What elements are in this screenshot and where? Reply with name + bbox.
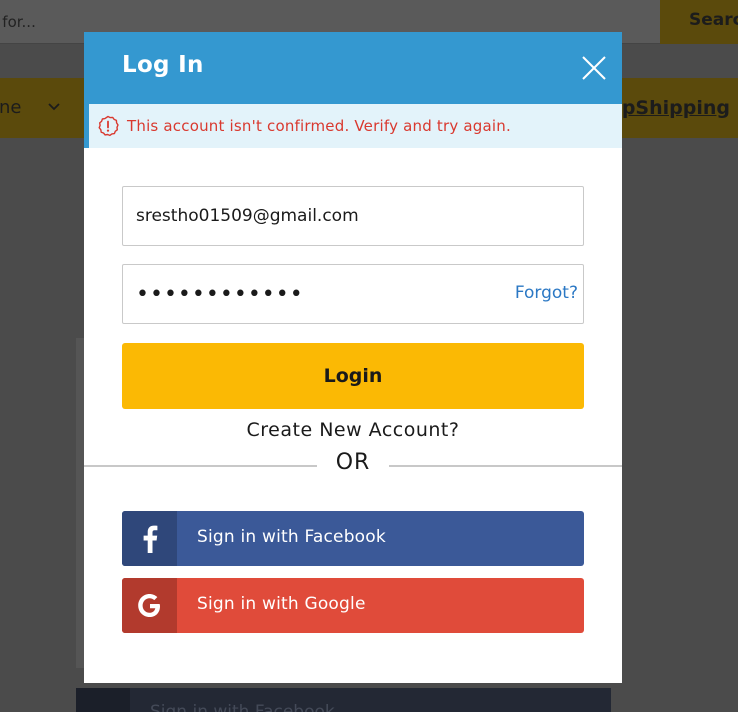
divider-left [84, 465, 317, 467]
google-sign-in-label: Sign in with Google [197, 594, 366, 614]
close-icon[interactable] [576, 50, 612, 86]
facebook-sign-in-button[interactable]: Sign in with Facebook [122, 511, 584, 566]
login-modal: Log In This account isn't confirmed. Ver… [84, 32, 622, 683]
google-icon [138, 594, 160, 617]
email-field[interactable] [122, 186, 584, 246]
facebook-sign-in-label: Sign in with Facebook [197, 527, 386, 547]
or-divider-text: OR [335, 450, 371, 475]
background-nav-phone: one [0, 97, 22, 118]
facebook-icon-box [122, 511, 177, 566]
alert-circle-icon [98, 115, 119, 137]
google-sign-in-button[interactable]: Sign in with Google [122, 578, 584, 633]
background-search-button: Search [660, 0, 738, 44]
alert-banner: This account isn't confirmed. Verify and… [84, 104, 622, 148]
password-field[interactable]: Forgot? [122, 264, 584, 324]
facebook-icon [76, 688, 130, 712]
divider-right [389, 465, 622, 467]
facebook-icon [143, 525, 158, 553]
background-facebook-label: Sign in with Facebook [150, 702, 335, 712]
chevron-down-icon [48, 103, 60, 111]
email-input[interactable] [123, 187, 583, 245]
background-facebook-button: Sign in with Facebook [76, 688, 611, 712]
create-account-link[interactable]: Create New Account? [84, 419, 622, 441]
background-nav-shipping: opShipping [608, 97, 730, 119]
forgot-password-link[interactable]: Forgot? [515, 283, 578, 303]
modal-header: Log In [84, 32, 622, 104]
alert-message: This account isn't confirmed. Verify and… [127, 117, 511, 135]
login-button[interactable]: Login [122, 343, 584, 409]
google-icon-box [122, 578, 177, 633]
modal-title: Log In [122, 52, 204, 78]
